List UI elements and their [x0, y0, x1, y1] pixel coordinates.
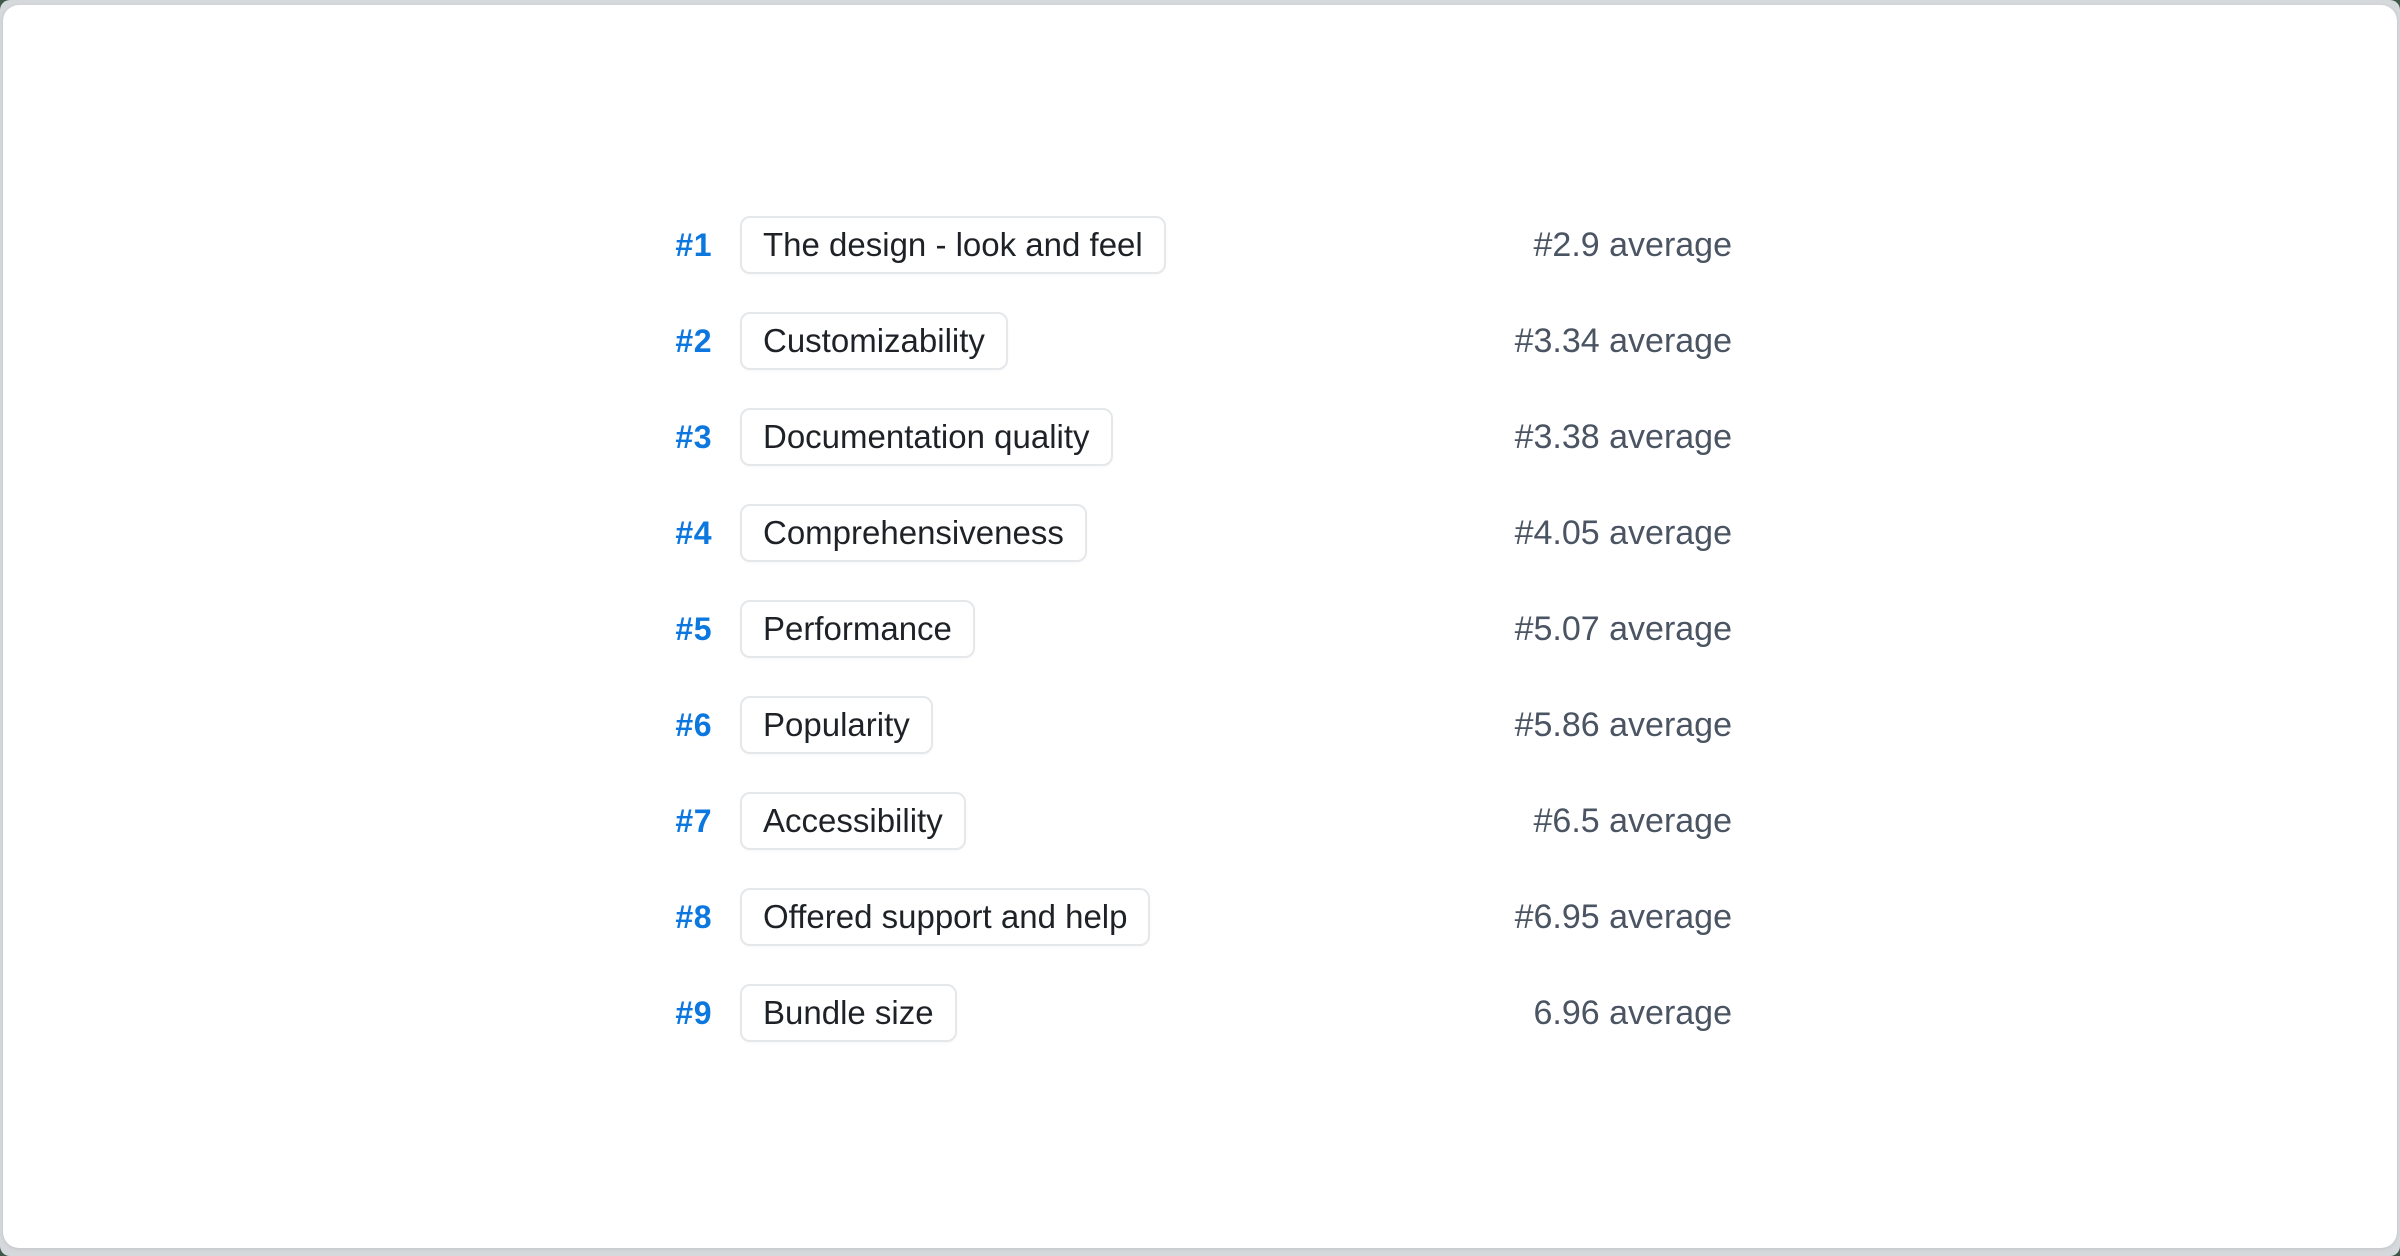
ranking-row: #8 Offered support and help #6.95 averag… — [668, 888, 1732, 946]
average-score: #3.38 average — [1515, 418, 1732, 457]
ranking-row: #7 Accessibility #6.5 average — [668, 792, 1732, 850]
rank-number: #2 — [668, 323, 712, 360]
ranking-row: #2 Customizability #3.34 average — [668, 312, 1732, 370]
option-label-chip: Customizability — [740, 312, 1008, 370]
ranking-row: #9 Bundle size 6.96 average — [668, 984, 1732, 1042]
option-label-chip: Accessibility — [740, 792, 966, 850]
rank-number: #9 — [668, 995, 712, 1032]
rank-number: #8 — [668, 899, 712, 936]
option-label-chip: Comprehensiveness — [740, 504, 1087, 562]
average-score: #4.05 average — [1515, 514, 1732, 553]
option-label-chip: Bundle size — [740, 984, 957, 1042]
option-label-chip: Offered support and help — [740, 888, 1150, 946]
results-card: #1 The design - look and feel #2.9 avera… — [3, 5, 2397, 1248]
ranking-row: #4 Comprehensiveness #4.05 average — [668, 504, 1732, 562]
average-score: #2.9 average — [1534, 226, 1733, 265]
rank-number: #3 — [668, 419, 712, 456]
ranking-row: #3 Documentation quality #3.38 average — [668, 408, 1732, 466]
rank-number: #5 — [668, 611, 712, 648]
ranking-row: #6 Popularity #5.86 average — [668, 696, 1732, 754]
ranking-row: #5 Performance #5.07 average — [668, 600, 1732, 658]
ranking-row: #1 The design - look and feel #2.9 avera… — [668, 216, 1732, 274]
average-score: #6.95 average — [1515, 898, 1732, 937]
average-score: #6.5 average — [1534, 802, 1733, 841]
average-score: 6.96 average — [1534, 994, 1733, 1033]
average-score: #3.34 average — [1515, 322, 1732, 361]
option-label-chip: Popularity — [740, 696, 933, 754]
option-label-chip: Performance — [740, 600, 975, 658]
option-label-chip: Documentation quality — [740, 408, 1113, 466]
average-score: #5.86 average — [1515, 706, 1732, 745]
rank-number: #1 — [668, 227, 712, 264]
rank-number: #6 — [668, 707, 712, 744]
option-label-chip: The design - look and feel — [740, 216, 1166, 274]
average-score: #5.07 average — [1515, 610, 1732, 649]
ranking-results-list: #1 The design - look and feel #2.9 avera… — [668, 5, 1732, 1042]
rank-number: #7 — [668, 803, 712, 840]
rank-number: #4 — [668, 515, 712, 552]
